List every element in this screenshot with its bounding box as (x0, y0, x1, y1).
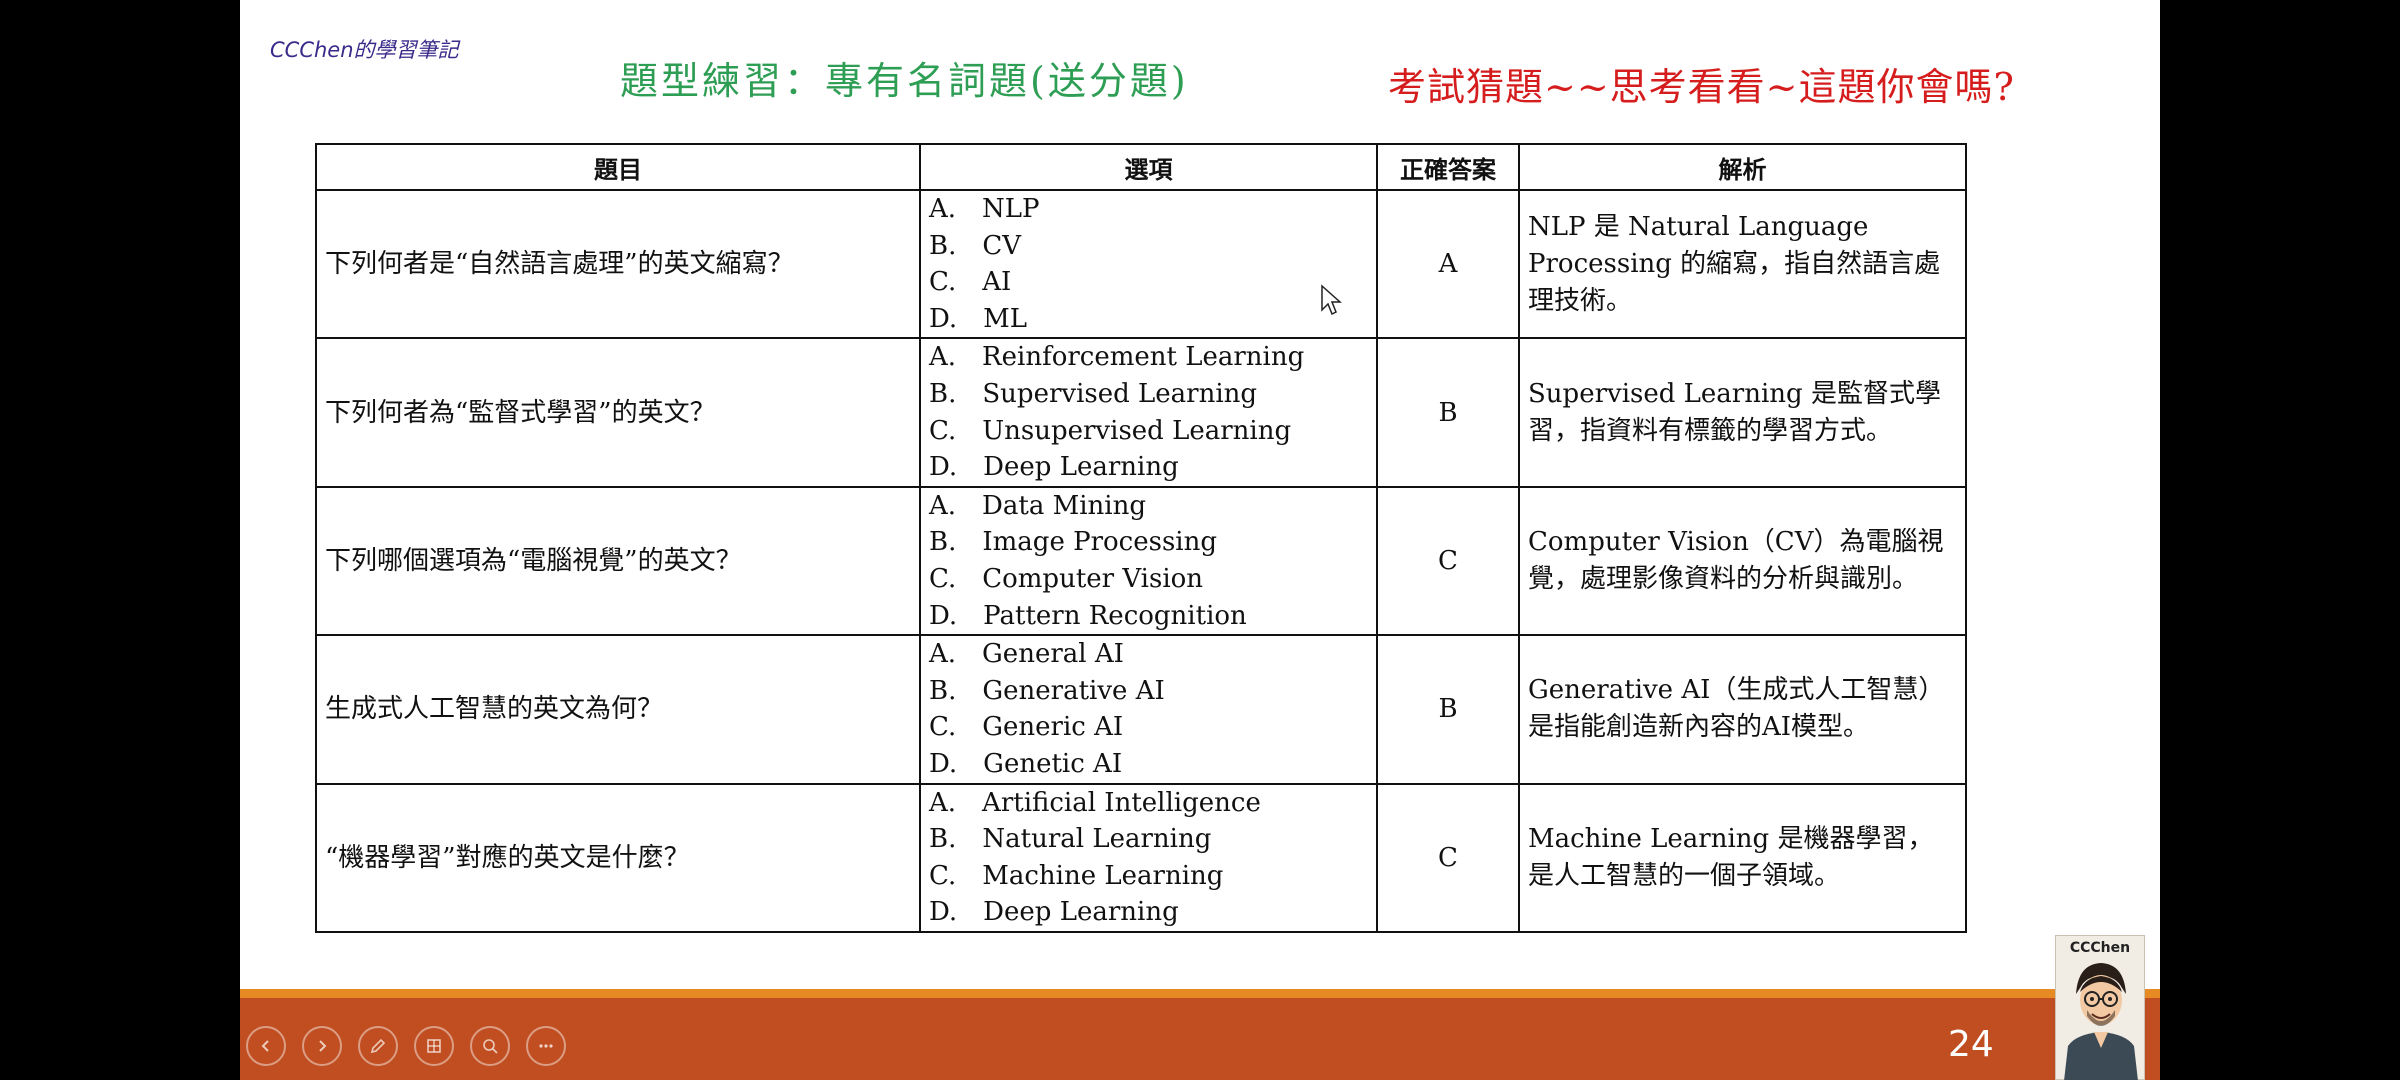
options-cell: A. General AI B. Generative AI C. Generi… (919, 634, 1378, 785)
table-row: 生成式人工智慧的英文為何？ A. General AI B. Generativ… (315, 634, 1967, 785)
option: C. Generic AI (929, 712, 1124, 743)
options-cell: A. Artificial Intelligence B. Natural Le… (919, 782, 1378, 933)
option: A. Artificial Intelligence (929, 787, 1261, 818)
avatar: CCChen (2055, 935, 2145, 1080)
option: B. Generative AI (929, 675, 1165, 706)
option: D. Genetic AI (929, 748, 1123, 779)
more-icon[interactable] (526, 1026, 566, 1066)
option: A. NLP (929, 194, 1040, 224)
header-answer: 正確答案 (1376, 143, 1520, 191)
pen-icon[interactable] (358, 1026, 398, 1066)
option: B. Supervised Learning (929, 378, 1258, 409)
option: A. Reinforcement Learning (929, 342, 1305, 373)
next-icon[interactable] (302, 1026, 342, 1066)
explanation-cell: Machine Learning 是機器學習，是人工智慧的一個子領域。 (1518, 782, 1967, 933)
option: D. Deep Learning (929, 452, 1179, 483)
zoom-icon[interactable] (470, 1026, 510, 1066)
slide-subtitle: 考試猜題~~思考看看~這題你會嗎? (1388, 65, 2015, 109)
quiz-table: 題目 選項 正確答案 解析 下列何者是“自然語言處理”的英文縮寫？ A. NLP… (315, 143, 1967, 933)
table-row: “機器學習”對應的英文是什麼？ A. Artificial Intelligen… (315, 782, 1967, 933)
header-question: 題目 (315, 143, 921, 191)
option: D. Pattern Recognition (929, 600, 1247, 631)
footer-accent-line (240, 989, 2160, 998)
option: B. Natural Learning (929, 824, 1212, 855)
explanation-cell: NLP 是 Natural Language Processing 的縮寫，指自… (1518, 188, 1967, 340)
table-row: 下列何者為“監督式學習”的英文？ A. Reinforcement Learni… (315, 337, 1967, 488)
header-explanation: 解析 (1518, 143, 1967, 191)
slide-title: 題型練習：專有名詞題(送分題) (620, 59, 1189, 103)
option: B. Image Processing (929, 527, 1218, 558)
option: D. ML (929, 303, 1028, 334)
question-cell: 下列哪個選項為“電腦視覺”的英文？ (315, 485, 921, 637)
options-cell: A. Data Mining B. Image Processing C. Co… (919, 485, 1378, 637)
table-row: 下列何者是“自然語言處理”的英文縮寫？ A. NLP B. CV C. AI D… (315, 188, 1967, 340)
table-row: 下列哪個選項為“電腦視覺”的英文？ A. Data Mining B. Imag… (315, 485, 1967, 637)
option: A. General AI (929, 639, 1124, 670)
answer-cell: C (1376, 485, 1520, 637)
question-cell: 下列何者是“自然語言處理”的英文縮寫？ (315, 188, 921, 340)
question-cell: “機器學習”對應的英文是什麼？ (315, 782, 921, 933)
explanation-cell: Generative AI（生成式人工智慧）是指能創造新內容的AI模型。 (1518, 634, 1967, 785)
brand-logo: CCChen的學習筆記 (270, 38, 459, 62)
header-options: 選項 (919, 143, 1378, 191)
options-cell: A. NLP B. CV C. AI D. ML (919, 188, 1378, 340)
mouse-pointer-icon (1320, 284, 1342, 320)
option: C. Unsupervised Learning (929, 415, 1292, 446)
slideshow-controls (246, 1026, 566, 1066)
options-cell: A. Reinforcement Learning B. Supervised … (919, 337, 1378, 488)
question-cell: 下列何者為“監督式學習”的英文？ (315, 337, 921, 488)
slide-page-number: 24 (1948, 1024, 1994, 1065)
answer-cell: C (1376, 782, 1520, 933)
explanation-cell: Computer Vision（CV）為電腦視覺，處理影像資料的分析與識別。 (1518, 485, 1967, 637)
answer-cell: B (1376, 337, 1520, 488)
previous-icon[interactable] (246, 1026, 286, 1066)
slideshow-footer (240, 998, 2160, 1080)
slide: CCChen的學習筆記 題型練習：專有名詞題(送分題) 考試猜題~~思考看看~這… (240, 0, 2160, 1080)
option: A. Data Mining (929, 490, 1146, 521)
explanation-cell: Supervised Learning 是監督式學習，指資料有標籤的學習方式。 (1518, 337, 1967, 488)
slides-icon[interactable] (414, 1026, 454, 1066)
answer-cell: A (1376, 188, 1520, 340)
table-header-row: 題目 選項 正確答案 解析 (315, 143, 1967, 191)
answer-cell: B (1376, 634, 1520, 785)
option: B. CV (929, 230, 1022, 261)
option: C. Computer Vision (929, 563, 1204, 594)
question-cell: 生成式人工智慧的英文為何？ (315, 634, 921, 785)
option: D. Deep Learning (929, 897, 1179, 928)
option: C. AI (929, 267, 1012, 298)
cartoon-portrait-icon (2064, 963, 2138, 1080)
option: C. Machine Learning (929, 860, 1224, 891)
